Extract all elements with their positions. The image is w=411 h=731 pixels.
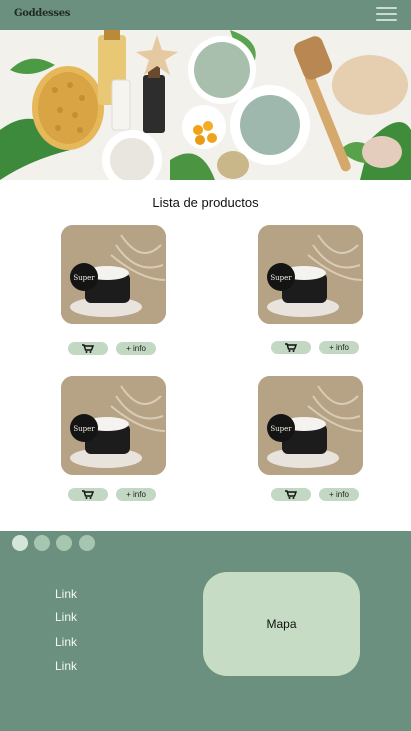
add-to-cart-button[interactable] (68, 342, 108, 355)
add-to-cart-button[interactable] (271, 488, 311, 501)
hamburger-menu-icon[interactable] (376, 6, 397, 22)
footer-link[interactable]: Link (55, 610, 77, 624)
footer: Link Link Link Link Mapa (0, 531, 411, 731)
more-info-button[interactable]: + info (319, 488, 359, 501)
map-box[interactable]: Mapa (203, 572, 360, 676)
product-image[interactable]: Super (258, 376, 363, 475)
brand-logo[interactable]: Goddesses (14, 8, 70, 19)
hero-banner-image (0, 30, 411, 180)
cart-icon (285, 490, 297, 499)
cart-icon (82, 490, 94, 499)
product-card: Super + info (61, 376, 166, 506)
carousel-dot-3[interactable] (56, 535, 72, 551)
product-label: Super (73, 425, 95, 433)
product-card: Super + info (61, 225, 166, 355)
product-image[interactable]: Super (258, 225, 363, 324)
more-info-button[interactable]: + info (116, 488, 156, 501)
cart-icon (285, 343, 297, 352)
product-image[interactable]: Super (61, 376, 166, 475)
product-label: Super (270, 274, 292, 282)
map-label: Mapa (266, 617, 297, 631)
product-label: Super (73, 274, 95, 282)
more-info-button[interactable]: + info (116, 342, 156, 355)
add-to-cart-button[interactable] (68, 488, 108, 501)
carousel-dot-2[interactable] (34, 535, 50, 551)
cart-icon (82, 344, 94, 353)
more-info-button[interactable]: + info (319, 341, 359, 354)
footer-link[interactable]: Link (55, 635, 77, 649)
product-list-title: Lista de productos (152, 195, 259, 210)
product-label: Super (270, 425, 292, 433)
carousel-dot-1[interactable] (12, 535, 28, 551)
footer-link[interactable]: Link (55, 659, 77, 673)
top-bar: Goddesses (0, 0, 411, 30)
product-image[interactable]: Super (61, 225, 166, 324)
footer-link[interactable]: Link (55, 587, 77, 601)
product-card: Super + info (258, 376, 363, 506)
add-to-cart-button[interactable] (271, 341, 311, 354)
product-card: Super + info (258, 225, 363, 355)
carousel-dot-4[interactable] (79, 535, 95, 551)
